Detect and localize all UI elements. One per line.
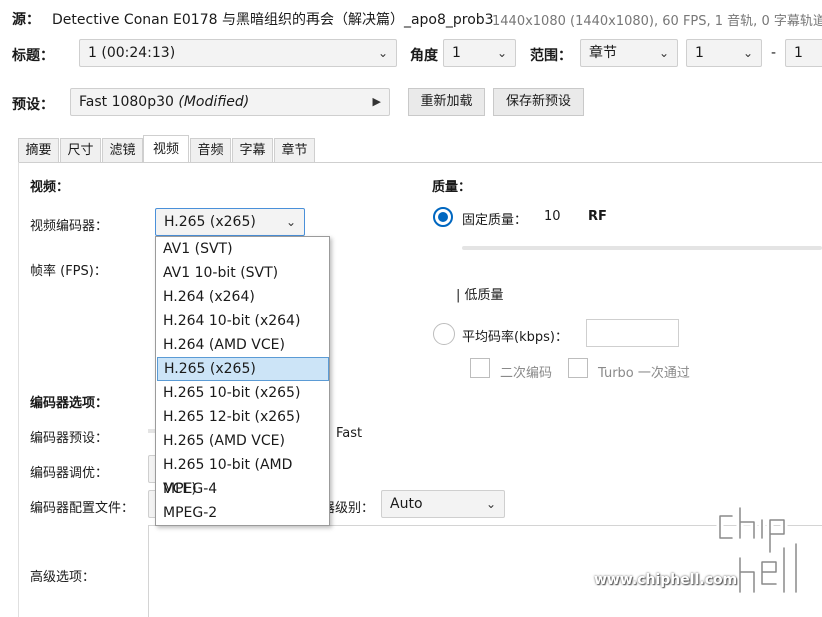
two-pass-checkbox[interactable]: [470, 358, 490, 378]
chevron-down-icon: ⌄: [742, 46, 753, 60]
range-label: 范围：: [530, 48, 572, 64]
encoder-option-h265-10bit-x265[interactable]: H.265 10-bit (x265): [157, 381, 329, 405]
angle-select-value: 1: [452, 45, 461, 61]
encoder-level-value: Auto: [390, 496, 423, 512]
encoder-level-select[interactable]: Auto ⌄: [381, 490, 505, 518]
range-dash: -: [771, 45, 777, 61]
constant-quality-radio[interactable]: [433, 207, 453, 227]
turbo-checkbox[interactable]: [568, 358, 588, 378]
chevron-down-icon: ⌄: [496, 46, 507, 60]
angle-select[interactable]: 1 ⌄: [443, 39, 516, 67]
quality-section-label: 质量：: [432, 180, 472, 195]
avg-bitrate-label: 平均码率(kbps)：: [462, 330, 568, 345]
chevron-down-icon: ⌄: [377, 46, 388, 60]
encoder-option-mpeg2[interactable]: MPEG-2: [157, 501, 329, 525]
encoder-profile-label: 编码器配置文件：: [30, 501, 135, 516]
encoder-options-section-label: 编码器选项：: [30, 396, 109, 411]
fps-label: 帧率 (FPS)：: [30, 264, 107, 279]
rf-unit: RF: [588, 209, 607, 224]
chevron-down-icon: ⌄: [485, 497, 496, 511]
radio-dot: [438, 212, 448, 222]
encoder-option-h265-amd-vce[interactable]: H.265 (AMD VCE): [157, 429, 329, 453]
source-name: Detective Conan E0178 与黑暗组织的再会（解决篇）_apo8…: [52, 12, 494, 28]
video-section-label: 视频：: [30, 180, 70, 195]
rf-value: 10: [544, 209, 561, 224]
save-new-preset-button[interactable]: 保存新预设: [493, 88, 584, 116]
encoder-option-h264-x264[interactable]: H.264 (x264): [157, 285, 329, 309]
range-end-value: 1: [794, 45, 803, 61]
source-label: 源：: [12, 12, 40, 28]
chevron-down-icon: ⌄: [658, 46, 669, 60]
tab-summary[interactable]: 摘要: [18, 138, 59, 162]
tab-audio[interactable]: 音频: [190, 138, 231, 162]
encoder-option-h264-amd-vce[interactable]: H.264 (AMD VCE): [157, 333, 329, 357]
tab-panel-left-border: [18, 162, 19, 617]
preset-modified: (Modified): [178, 94, 250, 110]
preset-name: Fast 1080p30: [79, 94, 174, 110]
avg-bitrate-input[interactable]: [586, 319, 679, 347]
watermark-url: www.chiphell.com: [594, 572, 738, 588]
turbo-label: Turbo 一次通过: [598, 366, 690, 381]
encoder-preset-value: Fast: [336, 426, 363, 441]
advanced-options-label: 高级选项：: [30, 570, 96, 585]
tab-subtitles[interactable]: 字幕: [232, 138, 273, 162]
two-pass-label: 二次编码: [500, 366, 553, 381]
encoder-option-av1-svt[interactable]: AV1 (SVT): [157, 237, 329, 261]
chevron-right-icon: ▶: [372, 95, 381, 108]
range-start-value: 1: [695, 45, 704, 61]
avg-bitrate-radio[interactable]: [433, 323, 455, 345]
encoder-tune-label: 编码器调优：: [30, 466, 109, 481]
tab-chapters[interactable]: 章节: [274, 138, 315, 162]
range-type-select[interactable]: 章节 ⌄: [580, 39, 678, 67]
encoder-option-av1-10bit-svt[interactable]: AV1 10-bit (SVT): [157, 261, 329, 285]
tab-dimensions[interactable]: 尺寸: [60, 138, 101, 162]
video-encoder-dropdown: AV1 (SVT) AV1 10-bit (SVT) H.264 (x264) …: [155, 236, 330, 526]
preset-select[interactable]: Fast 1080p30 (Modified) ▶: [70, 88, 390, 116]
reload-preset-button[interactable]: 重新加载: [408, 88, 485, 116]
tab-filters[interactable]: 滤镜: [102, 138, 143, 162]
encoder-option-h265-x265[interactable]: H.265 (x265): [157, 357, 329, 381]
quality-slider-track[interactable]: [462, 246, 822, 250]
low-quality-label: | 低质量: [456, 288, 504, 303]
title-select[interactable]: 1 (00:24:13) ⌄: [79, 39, 397, 67]
encoder-option-h264-10bit-x264[interactable]: H.264 10-bit (x264): [157, 309, 329, 333]
constant-quality-label: 固定质量：: [462, 213, 528, 228]
encoder-option-h265-12bit-x265[interactable]: H.265 12-bit (x265): [157, 405, 329, 429]
range-start-select[interactable]: 1 ⌄: [686, 39, 762, 67]
video-encoder-select[interactable]: H.265 (x265) ⌄: [155, 208, 305, 236]
title-select-value: 1 (00:24:13): [88, 45, 176, 61]
title-label: 标题：: [12, 48, 54, 64]
encoder-preset-label: 编码器预设：: [30, 431, 109, 446]
tab-video[interactable]: 视频: [143, 135, 189, 163]
range-type-value: 章节: [589, 45, 617, 61]
chevron-down-icon: ⌄: [285, 215, 296, 229]
angle-label: 角度: [410, 48, 438, 64]
range-end-select[interactable]: 1: [785, 39, 822, 67]
encoder-option-mpeg4[interactable]: MPEG-4: [157, 477, 329, 501]
preset-label: 预设：: [12, 97, 54, 113]
video-encoder-value: H.265 (x265): [164, 214, 256, 230]
video-encoder-label: 视频编码器：: [30, 219, 109, 234]
tab-panel-border: [18, 162, 822, 163]
encoder-option-h265-10bit-amd-vce[interactable]: H.265 10-bit (AMD VCE): [157, 453, 329, 497]
source-info: 1440x1080 (1440x1080), 60 FPS, 1 音轨, 0 字…: [492, 14, 822, 29]
